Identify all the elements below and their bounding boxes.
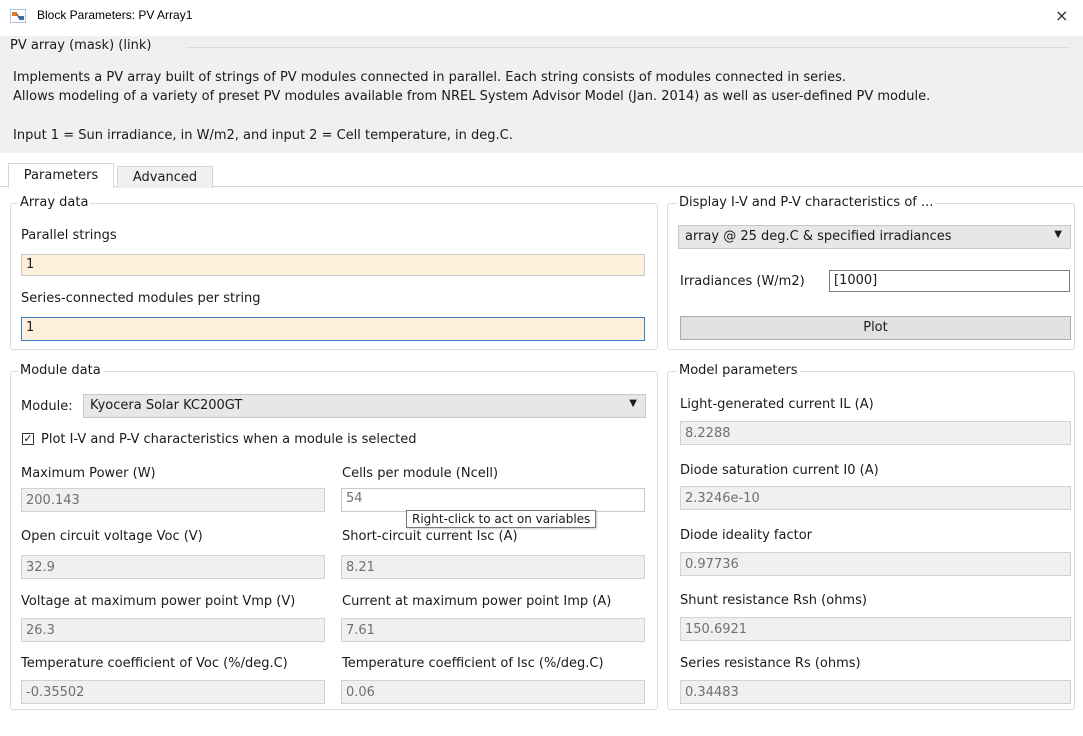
module-data-title: Module data [18, 363, 103, 378]
irradiances-input[interactable]: [1000] [829, 270, 1070, 292]
module-dropdown[interactable]: Kyocera Solar KC200GT ▼ [83, 394, 646, 418]
tab-advanced[interactable]: Advanced [117, 166, 213, 188]
tab-parameters[interactable]: Parameters [8, 163, 114, 188]
array-data-title: Array data [18, 195, 91, 210]
series-modules-input[interactable]: 1 [21, 317, 645, 341]
close-icon[interactable]: × [1055, 6, 1068, 25]
diode-ideality-label: Diode ideality factor [680, 528, 813, 543]
cells-per-module-field[interactable]: 54 [341, 488, 645, 512]
display-mode-dropdown[interactable]: array @ 25 deg.C & specified irradiances… [678, 225, 1071, 249]
light-current-field[interactable]: 8.2288 [680, 421, 1071, 445]
description-line-1: Implements a PV array built of strings o… [13, 70, 846, 85]
divider [186, 47, 1070, 48]
plot-characteristics-checkbox[interactable]: ✓ [22, 433, 34, 445]
imp-label: Current at maximum power point Imp (A) [342, 594, 612, 609]
parallel-strings-input[interactable]: 1 [21, 254, 645, 276]
description-line-2: Allows modeling of a variety of preset P… [13, 89, 931, 104]
light-current-label: Light-generated current IL (A) [680, 397, 874, 412]
vmp-label: Voltage at maximum power point Vmp (V) [21, 594, 296, 609]
vmp-field[interactable]: 26.3 [21, 618, 325, 642]
series-resistance-label: Series resistance Rs (ohms) [680, 656, 861, 671]
isc-temp-coeff-label: Temperature coefficient of Isc (%/deg.C) [342, 656, 604, 671]
module-label: Module: [21, 399, 73, 414]
display-mode-value: array @ 25 deg.C & specified irradiances [685, 229, 952, 244]
window-title: Block Parameters: PV Array1 [37, 8, 193, 22]
simulink-app-icon [10, 9, 26, 23]
shunt-resistance-label: Shunt resistance Rsh (ohms) [680, 593, 867, 608]
voc-temp-coeff-field[interactable]: -0.35502 [21, 680, 325, 704]
mask-group-title: PV array (mask) (link) [10, 38, 152, 53]
plot-characteristics-label: Plot I-V and P-V characteristics when a … [41, 432, 417, 447]
isc-temp-coeff-field[interactable]: 0.06 [341, 680, 645, 704]
series-modules-label: Series-connected modules per string [21, 291, 261, 306]
max-power-label: Maximum Power (W) [21, 466, 156, 481]
display-characteristics-title: Display I-V and P-V characteristics of .… [677, 195, 936, 210]
irradiances-label: Irradiances (W/m2) [680, 274, 805, 289]
variables-tooltip: Right-click to act on variables [406, 510, 597, 528]
model-parameters-title: Model parameters [677, 363, 800, 378]
isc-field[interactable]: 8.21 [341, 555, 645, 579]
diode-saturation-label: Diode saturation current I0 (A) [680, 463, 879, 478]
diode-ideality-field[interactable]: 0.97736 [680, 552, 1071, 576]
max-power-field[interactable]: 200.143 [21, 488, 325, 512]
description-line-3: Input 1 = Sun irradiance, in W/m2, and i… [13, 128, 513, 143]
cells-per-module-label: Cells per module (Ncell) [342, 466, 499, 481]
voc-temp-coeff-label: Temperature coefficient of Voc (%/deg.C) [21, 656, 288, 671]
imp-field[interactable]: 7.61 [341, 618, 645, 642]
isc-label: Short-circuit current Isc (A) [342, 529, 518, 544]
parallel-strings-label: Parallel strings [21, 228, 117, 243]
chevron-down-icon: ▼ [629, 398, 637, 409]
voc-field[interactable]: 32.9 [21, 555, 325, 579]
voc-label: Open circuit voltage Voc (V) [21, 529, 203, 544]
chevron-down-icon: ▼ [1054, 229, 1062, 240]
diode-saturation-field[interactable]: 2.3246e-10 [680, 486, 1071, 510]
series-resistance-field[interactable]: 0.34483 [680, 680, 1071, 704]
plot-button[interactable]: Plot [680, 316, 1071, 340]
module-value: Kyocera Solar KC200GT [90, 398, 243, 413]
shunt-resistance-field[interactable]: 150.6921 [680, 617, 1071, 641]
